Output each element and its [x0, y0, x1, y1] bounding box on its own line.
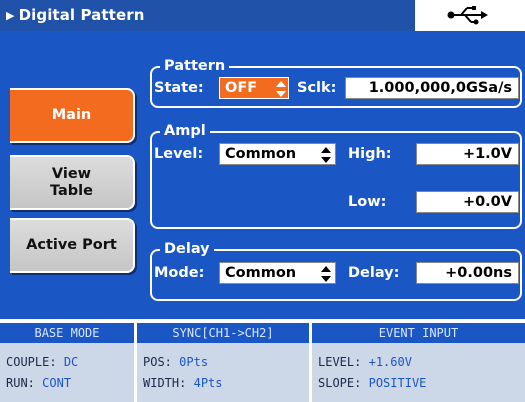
level-value: Common — [225, 146, 297, 162]
spinner-icon — [321, 266, 331, 282]
slope-status: SLOPE: POSITIVE — [318, 376, 427, 390]
high-value: +1.0V — [462, 146, 512, 162]
title-bar: ▶ Digital Pattern — [0, 0, 525, 31]
couple-status: COUPLE: DC — [6, 355, 79, 369]
usb-status — [415, 0, 525, 31]
delay-value: +0.00ns — [445, 265, 512, 281]
mode-label: Mode: — [154, 265, 205, 281]
low-input[interactable]: +0.0V — [416, 191, 519, 213]
low-value: +0.0V — [462, 194, 512, 210]
level-select[interactable]: Common — [219, 143, 336, 165]
high-input[interactable]: +1.0V — [416, 143, 519, 165]
mode-select[interactable]: Common — [219, 262, 336, 284]
main-softkey[interactable]: Main — [10, 88, 135, 143]
main-softkey-label: Main — [51, 107, 92, 124]
active-port-softkey-label: Active Port — [26, 237, 117, 254]
page-title: ▶ Digital Pattern — [6, 6, 145, 24]
pos-status: POS: 0Pts — [143, 355, 209, 369]
usb-icon — [447, 6, 488, 25]
spinner-icon — [276, 81, 286, 97]
sclk-input[interactable]: 1.000,000,0GSa/s — [345, 77, 519, 99]
ampl-group-title: Ampl — [160, 123, 210, 139]
base-mode-panel: BASE MODE COUPLE: DC RUN: CONT — [0, 323, 134, 402]
delay-label: Delay: — [348, 265, 400, 281]
delay-input[interactable]: +0.00ns — [416, 262, 519, 284]
delay-group: Delay Mode: Common Delay: +0.00ns — [150, 241, 522, 301]
event-input-header: EVENT INPUT — [312, 323, 525, 343]
mode-value: Common — [225, 265, 297, 281]
high-label: High: — [348, 146, 392, 162]
sync-panel: SYNC[CH1->CH2] POS: 0Pts WIDTH: 4Pts — [137, 323, 309, 402]
state-value: OFF — [225, 80, 258, 96]
settings-area: Pattern State: OFF Sclk: 1.000,000,0GSa/… — [140, 31, 525, 319]
delay-group-title: Delay — [160, 241, 214, 257]
softkey-panel: Main View Table Active Port — [0, 31, 140, 319]
state-label: State: — [154, 80, 204, 96]
sclk-label: Sclk: — [297, 80, 337, 96]
run-status: RUN: CONT — [6, 376, 72, 390]
level-label: Level: — [154, 146, 204, 162]
instrument-screen: ▶ Digital Pattern Main View Table Active… — [0, 0, 525, 402]
state-select[interactable]: OFF — [219, 77, 289, 99]
base-mode-header: BASE MODE — [0, 323, 134, 343]
view-table-softkey-label: View Table — [50, 165, 93, 199]
width-status: WIDTH: 4Pts — [143, 376, 223, 390]
event-level-status: LEVEL: +1.60V — [318, 355, 412, 369]
pattern-group: Pattern State: OFF Sclk: 1.000,000,0GSa/… — [150, 58, 522, 108]
pattern-group-title: Pattern — [160, 58, 230, 74]
ampl-group: Ampl Level: Common High: +1.0V Low: +0.0… — [150, 123, 522, 229]
sclk-value: 1.000,000,0GSa/s — [368, 80, 512, 96]
sync-header: SYNC[CH1->CH2] — [137, 323, 309, 343]
page-title-text: Digital Pattern — [18, 6, 145, 24]
status-bar: BASE MODE COUPLE: DC RUN: CONT SYNC[CH1-… — [0, 319, 525, 402]
low-label: Low: — [348, 194, 387, 210]
active-port-softkey[interactable]: Active Port — [10, 218, 135, 273]
view-table-softkey[interactable]: View Table — [10, 155, 135, 210]
event-input-panel: EVENT INPUT LEVEL: +1.60V SLOPE: POSITIV… — [312, 323, 525, 402]
spinner-icon — [321, 147, 331, 163]
play-triangle-icon: ▶ — [6, 9, 15, 22]
